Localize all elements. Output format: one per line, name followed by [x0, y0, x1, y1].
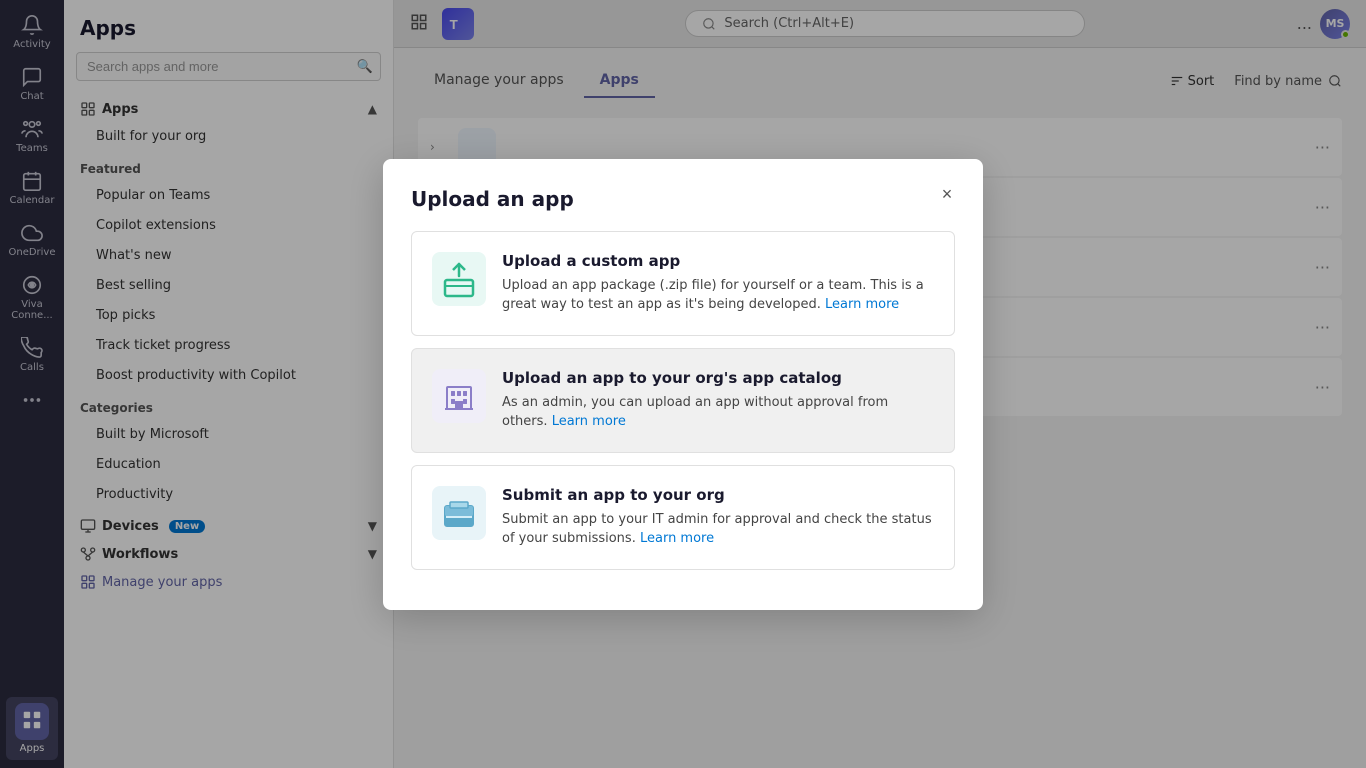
- modal-overlay[interactable]: Upload an app × Upload a custom app: [0, 0, 1366, 768]
- modal-option2-learn-more-link[interactable]: Learn more: [552, 414, 626, 429]
- modal-option-custom-app-title: Upload a custom app: [502, 252, 934, 270]
- modal-title: Upload an app: [411, 187, 955, 211]
- modal-close-button[interactable]: ×: [931, 179, 963, 211]
- modal-option-org-catalog-desc: As an admin, you can upload an app witho…: [502, 393, 934, 432]
- modal-option1-learn-more-link[interactable]: Learn more: [825, 297, 899, 312]
- submit-app-icon: [432, 486, 486, 540]
- modal-option-custom-app-desc: Upload an app package (.zip file) for yo…: [502, 276, 934, 315]
- modal-option-org-catalog-content: Upload an app to your org's app catalog …: [502, 369, 934, 432]
- modal-option-custom-app-content: Upload a custom app Upload an app packag…: [502, 252, 934, 315]
- upload-org-icon: [432, 369, 486, 423]
- upload-custom-icon: [432, 252, 486, 306]
- modal-option-submit-app-title: Submit an app to your org: [502, 486, 934, 504]
- modal-option-submit-app[interactable]: Submit an app to your org Submit an app …: [411, 465, 955, 570]
- upload-app-modal: Upload an app × Upload a custom app: [383, 159, 983, 610]
- modal-option-submit-app-content: Submit an app to your org Submit an app …: [502, 486, 934, 549]
- modal-option-org-catalog-title: Upload an app to your org's app catalog: [502, 369, 934, 387]
- modal-option3-learn-more-link[interactable]: Learn more: [640, 531, 714, 546]
- modal-option-submit-app-desc: Submit an app to your IT admin for appro…: [502, 510, 934, 549]
- modal-option-custom-app[interactable]: Upload a custom app Upload an app packag…: [411, 231, 955, 336]
- modal-option-org-catalog[interactable]: Upload an app to your org's app catalog …: [411, 348, 955, 453]
